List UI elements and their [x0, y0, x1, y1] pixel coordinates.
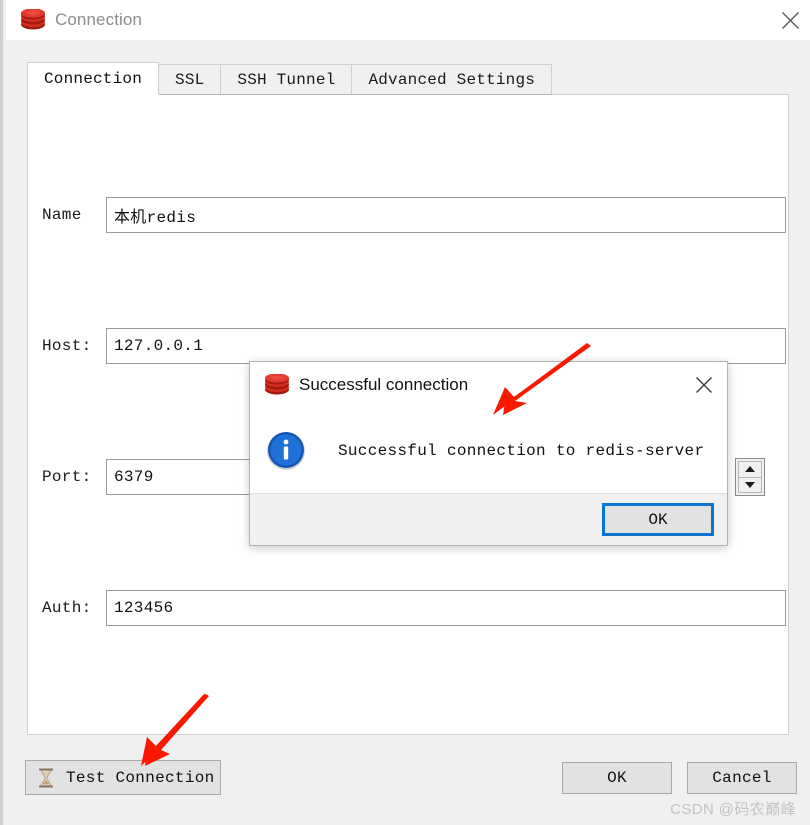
redis-logo-icon	[20, 9, 46, 31]
host-label: Host:	[42, 337, 92, 355]
name-label: Name	[42, 206, 82, 224]
triangle-up-icon[interactable]	[738, 461, 762, 478]
successful-connection-dialog: Successful connection Successful connect…	[249, 361, 728, 546]
form-row-name: Name	[28, 197, 788, 233]
tabstrip: Connection SSL SSH Tunnel Advanced Setti…	[27, 62, 553, 95]
tab-advanced-settings[interactable]: Advanced Settings	[351, 64, 553, 95]
form-row-auth: Auth:	[28, 590, 788, 626]
tab-ssh-tunnel-label: SSH Tunnel	[237, 70, 336, 89]
host-input[interactable]	[106, 328, 786, 364]
modal-title-group: Successful connection	[250, 374, 681, 396]
name-input[interactable]	[106, 197, 786, 233]
modal-title: Successful connection	[299, 375, 469, 394]
ok-button[interactable]: OK	[562, 762, 672, 794]
modal-ok-button[interactable]: OK	[602, 503, 714, 536]
ok-button-label: OK	[607, 769, 627, 787]
test-connection-label: Test Connection	[66, 768, 215, 787]
test-connection-button[interactable]: Test Connection	[25, 760, 221, 795]
connection-dialog-window: Connection Connection SSL SSH Tunnel Adv…	[0, 0, 810, 825]
port-label: Port:	[42, 468, 92, 486]
cancel-button[interactable]: Cancel	[687, 762, 797, 794]
modal-message: Successful connection to redis-server	[338, 441, 705, 460]
modal-footer: OK	[250, 493, 727, 545]
auth-label: Auth:	[42, 599, 92, 617]
form-row-host: Host:	[28, 328, 788, 364]
csdn-watermark: CSDN @码农巅峰	[670, 801, 796, 818]
modal-ok-label: OK	[648, 510, 668, 529]
modal-titlebar: Successful connection	[250, 362, 727, 408]
tab-connection-label: Connection	[44, 69, 143, 88]
auth-input[interactable]	[106, 590, 786, 626]
cancel-button-label: Cancel	[712, 769, 772, 787]
tab-advanced-settings-label: Advanced Settings	[368, 70, 536, 89]
window-titlebar: Connection	[6, 0, 810, 40]
info-circle-icon	[264, 429, 308, 473]
hourglass-icon	[38, 768, 54, 788]
window-title: Connection	[55, 10, 143, 29]
port-stepper[interactable]	[735, 458, 765, 496]
close-icon[interactable]	[681, 363, 727, 407]
tab-ssh-tunnel[interactable]: SSH Tunnel	[220, 64, 353, 95]
titlebar-left-group: Connection	[6, 9, 767, 31]
tab-connection[interactable]: Connection	[27, 62, 160, 95]
tab-ssl-label: SSL	[175, 70, 205, 89]
triangle-down-icon[interactable]	[738, 477, 762, 493]
tab-ssl[interactable]: SSL	[158, 64, 222, 95]
close-icon[interactable]	[767, 0, 810, 40]
modal-body: Successful connection to redis-server	[250, 408, 727, 493]
redis-logo-icon	[264, 374, 290, 396]
